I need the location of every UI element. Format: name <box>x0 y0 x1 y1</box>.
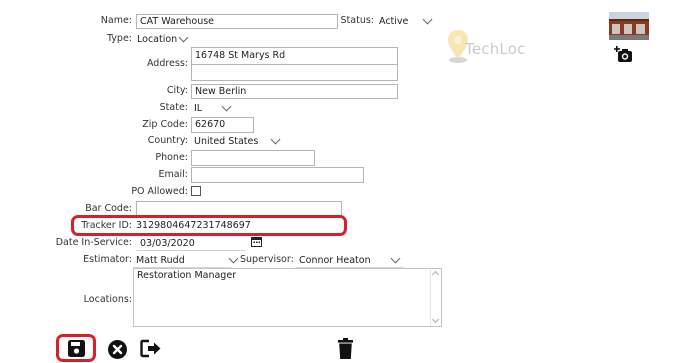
supervisor-label: Supervisor: <box>240 254 294 265</box>
building-photo <box>609 12 649 40</box>
po-allowed-checkbox[interactable] <box>191 186 201 196</box>
type-value: Location <box>137 34 178 45</box>
country-value: United States <box>194 136 259 147</box>
trash-icon <box>337 337 353 359</box>
city-field[interactable]: New Berlin <box>191 84 398 99</box>
phone-field[interactable] <box>191 150 315 166</box>
phone-label: Phone: <box>155 152 188 163</box>
techloc-logo: TechLoc <box>447 28 537 70</box>
po-allowed-label: PO Allowed: <box>131 186 188 197</box>
exit-button[interactable] <box>139 337 163 359</box>
email-field[interactable] <box>191 167 364 183</box>
estimator-select[interactable]: Matt Rudd <box>132 253 232 268</box>
logo-text: TechLoc <box>465 40 526 58</box>
add-camera-icon[interactable] <box>614 46 634 64</box>
state-value: IL <box>194 103 203 114</box>
date-in-service-field[interactable]: 03/03/2020 <box>136 236 246 251</box>
tracker-id-value[interactable]: 3129804647231748697 <box>136 219 251 233</box>
zip-field[interactable]: 62670 <box>191 117 254 133</box>
city-label: City: <box>166 85 188 96</box>
scrollbar[interactable] <box>430 269 441 326</box>
zip-label: Zip Code: <box>142 119 188 130</box>
address-line1-field[interactable]: 16748 St Marys Rd <box>191 47 398 65</box>
list-item[interactable]: Restoration Manager <box>134 269 441 283</box>
save-button[interactable] <box>56 334 96 362</box>
supervisor-select[interactable]: Connor Heaton <box>295 253 405 268</box>
estimator-value: Matt Rudd <box>136 255 185 266</box>
type-label: Type: <box>106 33 132 44</box>
address-label: Address: <box>146 58 188 69</box>
name-label: Name: <box>100 15 132 26</box>
state-label: State: <box>159 102 188 113</box>
locations-listbox[interactable]: Restoration Manager <box>133 268 442 327</box>
delete-button[interactable] <box>336 336 354 360</box>
country-label: Country: <box>147 135 188 146</box>
exit-icon <box>140 339 161 357</box>
scroll-up-icon[interactable] <box>431 270 440 279</box>
name-field[interactable]: CAT Warehouse <box>136 14 338 29</box>
supervisor-value: Connor Heaton <box>299 255 371 266</box>
estimator-label: Estimator: <box>83 254 132 265</box>
bar-code-label: Bar Code: <box>85 203 132 214</box>
status-label: Status: <box>340 15 374 26</box>
cancel-button[interactable] <box>106 338 128 360</box>
tracker-id-label: Tracker ID: <box>81 220 132 231</box>
date-in-service-label: Date In-Service: <box>55 237 132 248</box>
save-icon <box>67 339 85 357</box>
status-value: Active <box>379 16 409 27</box>
locations-label: Locations: <box>83 294 132 305</box>
address-line2-field[interactable] <box>191 64 398 81</box>
email-label: Email: <box>158 169 188 180</box>
scroll-down-icon[interactable] <box>431 315 440 324</box>
cancel-icon <box>107 339 127 359</box>
calendar-icon[interactable] <box>251 236 262 247</box>
country-select[interactable]: United States <box>190 134 285 149</box>
